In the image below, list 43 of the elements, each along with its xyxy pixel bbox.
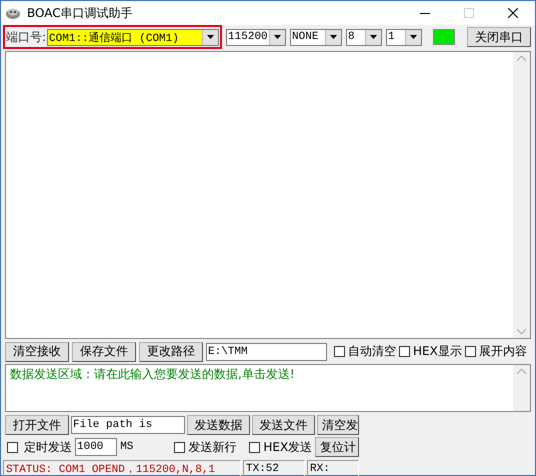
file-path-field[interactable]: File path is bbox=[71, 416, 185, 434]
close-port-button[interactable]: 关闭串口 bbox=[467, 27, 531, 47]
checkbox[interactable] bbox=[174, 442, 186, 452]
setting-dropdown[interactable]: 8 bbox=[346, 28, 382, 46]
window-title: BOAC串口调试助手 bbox=[27, 4, 134, 22]
toolbar-button[interactable]: 清空接收 bbox=[5, 342, 69, 362]
caret-icon[interactable] bbox=[370, 35, 378, 39]
tx-counter: TX:52 bbox=[243, 460, 305, 476]
interval-field[interactable]: 1000 bbox=[75, 438, 118, 456]
send-button[interactable]: 清空发 bbox=[317, 415, 359, 435]
reset-button[interactable]: 复位计 bbox=[315, 437, 359, 457]
setting-dropdown[interactable]: NONE bbox=[290, 28, 342, 46]
caret-icon[interactable] bbox=[274, 35, 282, 39]
setting-dropdown[interactable]: 115200 bbox=[226, 28, 286, 46]
scrollbar[interactable] bbox=[513, 365, 530, 411]
port-dropdown[interactable]: COM1::通信端口 (COM1) bbox=[47, 28, 220, 46]
toolbar-button[interactable]: 保存文件 bbox=[72, 342, 136, 362]
checkbox-label: HEX显示 bbox=[413, 343, 462, 360]
port-label: 端口号: bbox=[6, 28, 46, 46]
checkbox[interactable] bbox=[7, 442, 18, 452]
send-button[interactable]: 发送文件 bbox=[252, 415, 315, 435]
checkbox-label: 自动清空 bbox=[348, 343, 396, 360]
caret-icon[interactable] bbox=[330, 35, 338, 39]
app-icon bbox=[5, 6, 21, 20]
rx-counter: RX: bbox=[307, 460, 359, 476]
caret-icon[interactable] bbox=[207, 35, 214, 39]
checkbox[interactable] bbox=[334, 346, 345, 357]
caret-icon[interactable] bbox=[410, 35, 418, 39]
checkbox[interactable] bbox=[249, 442, 260, 452]
unit-label: MS bbox=[120, 441, 134, 453]
setting-dropdown[interactable]: 1 bbox=[386, 28, 422, 46]
open-file-button[interactable]: 打开文件 bbox=[5, 415, 69, 435]
close-icon[interactable] bbox=[508, 8, 518, 18]
path-field[interactable]: E:\TMM bbox=[206, 342, 327, 360]
checkbox-label: 发送新行 bbox=[188, 438, 236, 456]
status-text: STATUS: COM1 OPEND，115200,N,8,1 bbox=[3, 460, 241, 476]
checkbox[interactable] bbox=[464, 346, 476, 357]
checkbox-label: 展开内容 bbox=[478, 343, 527, 360]
checkbox[interactable] bbox=[399, 346, 410, 357]
checkbox-label: 定时发送 bbox=[24, 438, 72, 456]
toolbar-button[interactable]: 更改路径 bbox=[139, 342, 203, 362]
checkbox-label: HEX发送 bbox=[263, 438, 312, 456]
send-button[interactable]: 发送数据 bbox=[187, 415, 250, 435]
